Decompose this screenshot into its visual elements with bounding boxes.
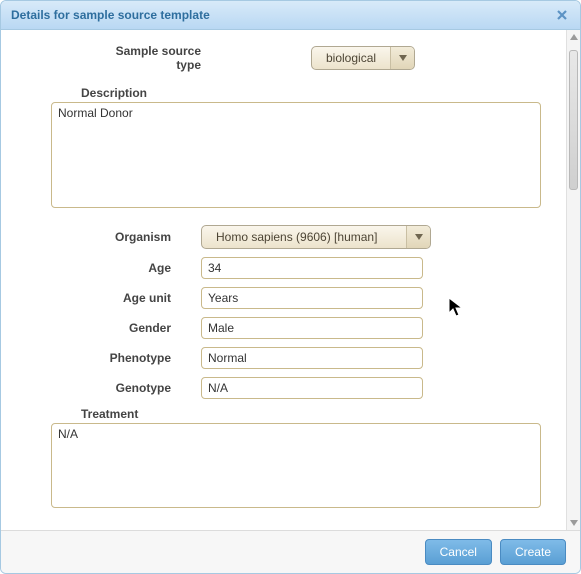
row-age-unit: Age unit — [31, 287, 534, 309]
scroll-thumb[interactable] — [569, 50, 578, 190]
row-age: Age — [31, 257, 534, 279]
row-gender: Gender — [31, 317, 534, 339]
sample-source-type-dropdown[interactable]: biological — [311, 46, 415, 70]
label-phenotype: Phenotype — [31, 351, 201, 365]
age-unit-input[interactable] — [201, 287, 423, 309]
label-sample-source-type: Sample source type — [91, 44, 231, 72]
label-treatment: Treatment — [31, 407, 534, 421]
row-treatment: Treatment — [31, 407, 534, 511]
row-organism: Organism Homo sapiens (9606) [human] — [31, 225, 534, 249]
label-age-unit: Age unit — [31, 291, 201, 305]
dialog-buttonbar: Cancel Create — [1, 530, 580, 573]
label-organism: Organism — [31, 230, 201, 244]
row-phenotype: Phenotype — [31, 347, 534, 369]
close-icon[interactable] — [554, 7, 570, 23]
organism-value: Homo sapiens (9606) [human] — [202, 226, 406, 248]
create-button[interactable]: Create — [500, 539, 566, 565]
row-sample-source-type: Sample source type biological — [91, 44, 534, 72]
gender-input[interactable] — [201, 317, 423, 339]
row-description: Description — [31, 86, 534, 211]
cancel-button[interactable]: Cancel — [425, 539, 492, 565]
chevron-down-icon — [390, 47, 414, 69]
chevron-down-icon — [406, 226, 430, 248]
age-input[interactable] — [201, 257, 423, 279]
organism-dropdown[interactable]: Homo sapiens (9606) [human] — [201, 225, 431, 249]
description-textarea[interactable] — [51, 102, 541, 208]
dialog: Details for sample source template Sampl… — [0, 0, 581, 574]
row-genotype: Genotype — [31, 377, 534, 399]
label-gender: Gender — [31, 321, 201, 335]
dialog-title: Details for sample source template — [11, 8, 210, 22]
label-age: Age — [31, 261, 201, 275]
sample-source-type-value: biological — [312, 47, 390, 69]
scroll-down-icon[interactable] — [567, 516, 580, 530]
dialog-titlebar: Details for sample source template — [1, 1, 580, 30]
genotype-input[interactable] — [201, 377, 423, 399]
label-genotype: Genotype — [31, 381, 201, 395]
treatment-textarea[interactable] — [51, 423, 541, 508]
dialog-content-wrap: Sample source type biological Descriptio… — [1, 30, 580, 530]
label-description: Description — [31, 86, 534, 100]
scroll-up-icon[interactable] — [567, 30, 580, 44]
phenotype-input[interactable] — [201, 347, 423, 369]
dialog-content: Sample source type biological Descriptio… — [1, 30, 564, 530]
vertical-scrollbar[interactable] — [566, 30, 580, 530]
